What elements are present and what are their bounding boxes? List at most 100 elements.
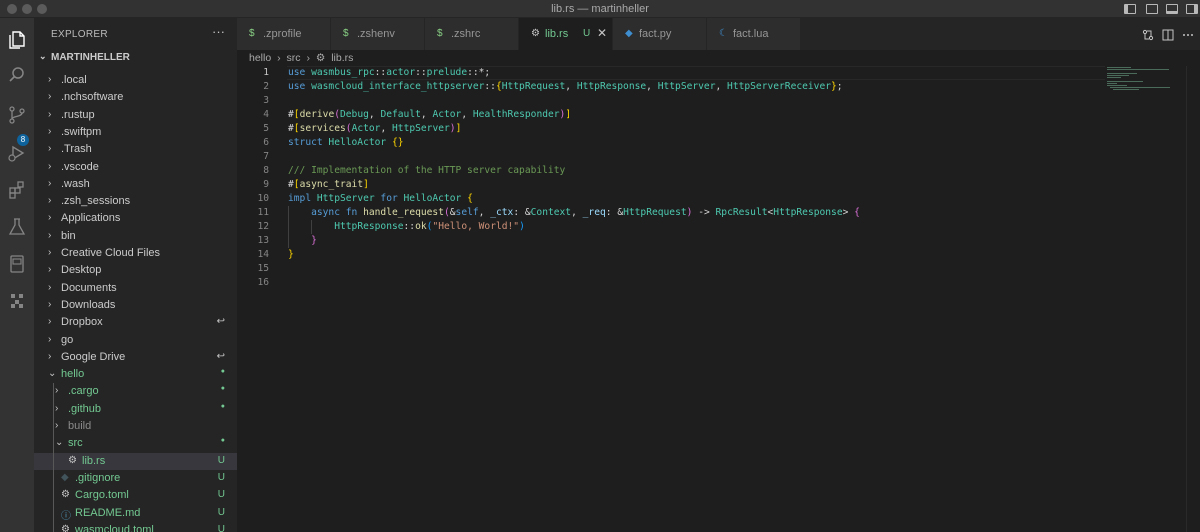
tree-item-label: Dropbox (61, 316, 103, 329)
tree-item-hello[interactable]: ⌄ hello ● (34, 366, 237, 383)
tree-item-dropbox[interactable]: › Dropbox ↩ (34, 314, 237, 331)
workspace-root-label: MARTINHELLER (51, 52, 130, 63)
code-line-14: } (288, 249, 294, 260)
chevron-right-icon: › (48, 264, 52, 276)
tab-zshenv[interactable]: $ .zshenv (331, 18, 425, 50)
tab-lib-rs[interactable]: ⚙ lib.rs U ✕ (519, 18, 613, 50)
tab-zshrc[interactable]: $ .zshrc (425, 18, 519, 50)
toggle-secondary-sidebar-icon[interactable] (1186, 4, 1198, 14)
chevron-right-icon: › (48, 350, 52, 362)
tree-item-label: Documents (61, 281, 117, 294)
tree-item-label: hello (61, 368, 85, 381)
tree-item-nchsoftware[interactable]: › .nchsoftware (34, 89, 237, 106)
line-number: 5 (263, 123, 269, 134)
line-number: 4 (263, 109, 269, 120)
tree-item-desktop[interactable]: › Desktop (34, 262, 237, 279)
toggle-editor-layout-icon[interactable] (1146, 4, 1158, 14)
compare-changes-icon[interactable] (1141, 28, 1155, 42)
line-number: 3 (263, 95, 269, 106)
tree-item-label: Applications (61, 212, 121, 225)
explorer-icon[interactable] (5, 28, 29, 52)
tree-item-downloads[interactable]: › Downloads (34, 297, 237, 314)
tree-item-rustup[interactable]: › .rustup (34, 107, 237, 124)
code-editor[interactable]: 1 2 3 4 5 6 7 8 9 10 11 12 13 14 15 16 use wasmbus_rpc:… (237, 66, 1200, 532)
tree-item-label: Desktop (61, 264, 102, 277)
chevron-right-icon: › (55, 420, 59, 431)
chevron-right-icon: › (48, 247, 52, 258)
untracked-badge: U (217, 454, 225, 466)
close-tab-icon[interactable]: ✕ (597, 26, 607, 40)
toggle-sidebar-icon[interactable] (1124, 4, 1136, 14)
tree-item-src[interactable]: ⌄ src ● (34, 435, 237, 452)
tree-item-label: .local (61, 74, 87, 86)
chevron-right-icon: › (48, 281, 52, 293)
testing-icon[interactable] (5, 215, 29, 239)
tab-label: fact.py (639, 28, 672, 40)
modified-dot-icon: ● (220, 385, 225, 393)
tab-fact-py[interactable]: ◆ fact.py (613, 18, 707, 50)
remote-explorer-icon[interactable] (5, 252, 29, 276)
tree-item-zsh-sessions[interactable]: › .zsh_sessions (34, 193, 237, 210)
editor-scrollbar[interactable] (1186, 66, 1200, 532)
line-number: 7 (263, 151, 269, 162)
tree-item-cargo-toml[interactable]: ⚙ Cargo.toml U (34, 487, 237, 504)
tree-item-gitignore[interactable]: ◆ .gitignore U (34, 470, 237, 487)
line-number: 14 (257, 249, 269, 260)
tree-item-google-drive[interactable]: › Google Drive ↩ (34, 349, 237, 366)
code-line-5: #[services(Actor, HttpServer)] (288, 123, 462, 134)
chevron-right-icon: › (48, 125, 52, 137)
minimap[interactable] (1107, 66, 1197, 96)
search-icon[interactable] (5, 63, 29, 87)
tree-item-bin[interactable]: › bin (34, 228, 237, 245)
settings-file-icon: ⚙ (61, 489, 70, 501)
chevron-right-icon: › (48, 229, 52, 241)
breadcrumb-hello[interactable]: hello (249, 52, 271, 64)
tree-item-wasmcloud-toml[interactable]: ⚙ wasmcloud.toml U (34, 522, 237, 532)
tree-item-readme-md[interactable]: ⓘ README.md U (34, 505, 237, 522)
tree-item-build[interactable]: › build (34, 418, 237, 435)
tree-item-creative-cloud-files[interactable]: › Creative Cloud Files (34, 245, 237, 262)
tab-zprofile[interactable]: $ .zprofile (237, 18, 331, 50)
tree-item-applications[interactable]: › Applications (34, 210, 237, 227)
untracked-badge: U (217, 471, 225, 483)
explorer-more-actions-button[interactable]: ··· (212, 24, 225, 39)
tab-fact-lua[interactable]: ☾ fact.lua (707, 18, 801, 50)
tree-item-documents[interactable]: › Documents (34, 280, 237, 297)
info-file-icon: ⓘ (61, 510, 71, 522)
source-control-icon[interactable] (5, 103, 29, 127)
tree-item-wash[interactable]: › .wash (34, 176, 237, 193)
tree-item-lib-rs[interactable]: ⚙ lib.rs U (34, 452, 237, 470)
tree-item-go[interactable]: › go (34, 332, 237, 349)
tree-item-trash[interactable]: › .Trash (34, 141, 237, 158)
tree-item-label: bin (61, 229, 76, 242)
tree-item-vscode[interactable]: › .vscode (34, 159, 237, 176)
more-actions-icon[interactable] (1181, 28, 1195, 42)
tree-item-github[interactable]: › .github ● (34, 401, 237, 418)
tab-label: .zshenv (357, 28, 395, 40)
breadcrumb-lib-rs[interactable]: lib.rs (331, 52, 353, 64)
toggle-panel-icon[interactable] (1166, 4, 1178, 14)
untracked-badge: U (217, 523, 225, 532)
breadcrumb-src[interactable]: src (287, 52, 301, 64)
workspace-root[interactable]: ⌄ MARTINHELLER (34, 51, 237, 65)
wasm-extension-icon[interactable] (5, 289, 29, 313)
split-editor-icon[interactable] (1161, 28, 1175, 42)
tree-item-label: Creative Cloud Files (61, 247, 161, 259)
tree-item-cargo[interactable]: › .cargo ● (34, 383, 237, 400)
line-number: 15 (257, 263, 269, 274)
tree-item-label: .rustup (61, 108, 95, 121)
tree-item-label: wasmcloud.toml (75, 523, 154, 532)
activity-bar: 8 (0, 18, 34, 532)
tab-label: fact.lua (733, 28, 769, 40)
untracked-badge: U (217, 489, 225, 501)
shell-file-icon: $ (249, 28, 255, 39)
line-number: 11 (257, 207, 269, 218)
tree-item-label: src (68, 437, 83, 450)
line-number: 12 (257, 221, 269, 232)
tree-item-local[interactable]: › .local (34, 72, 237, 89)
indent-guide (53, 383, 54, 532)
untracked-badge: U (217, 506, 225, 518)
extensions-icon[interactable] (5, 178, 29, 202)
tree-item-swiftpm[interactable]: › .swiftpm (34, 124, 237, 141)
run-debug-icon[interactable] (5, 141, 29, 165)
